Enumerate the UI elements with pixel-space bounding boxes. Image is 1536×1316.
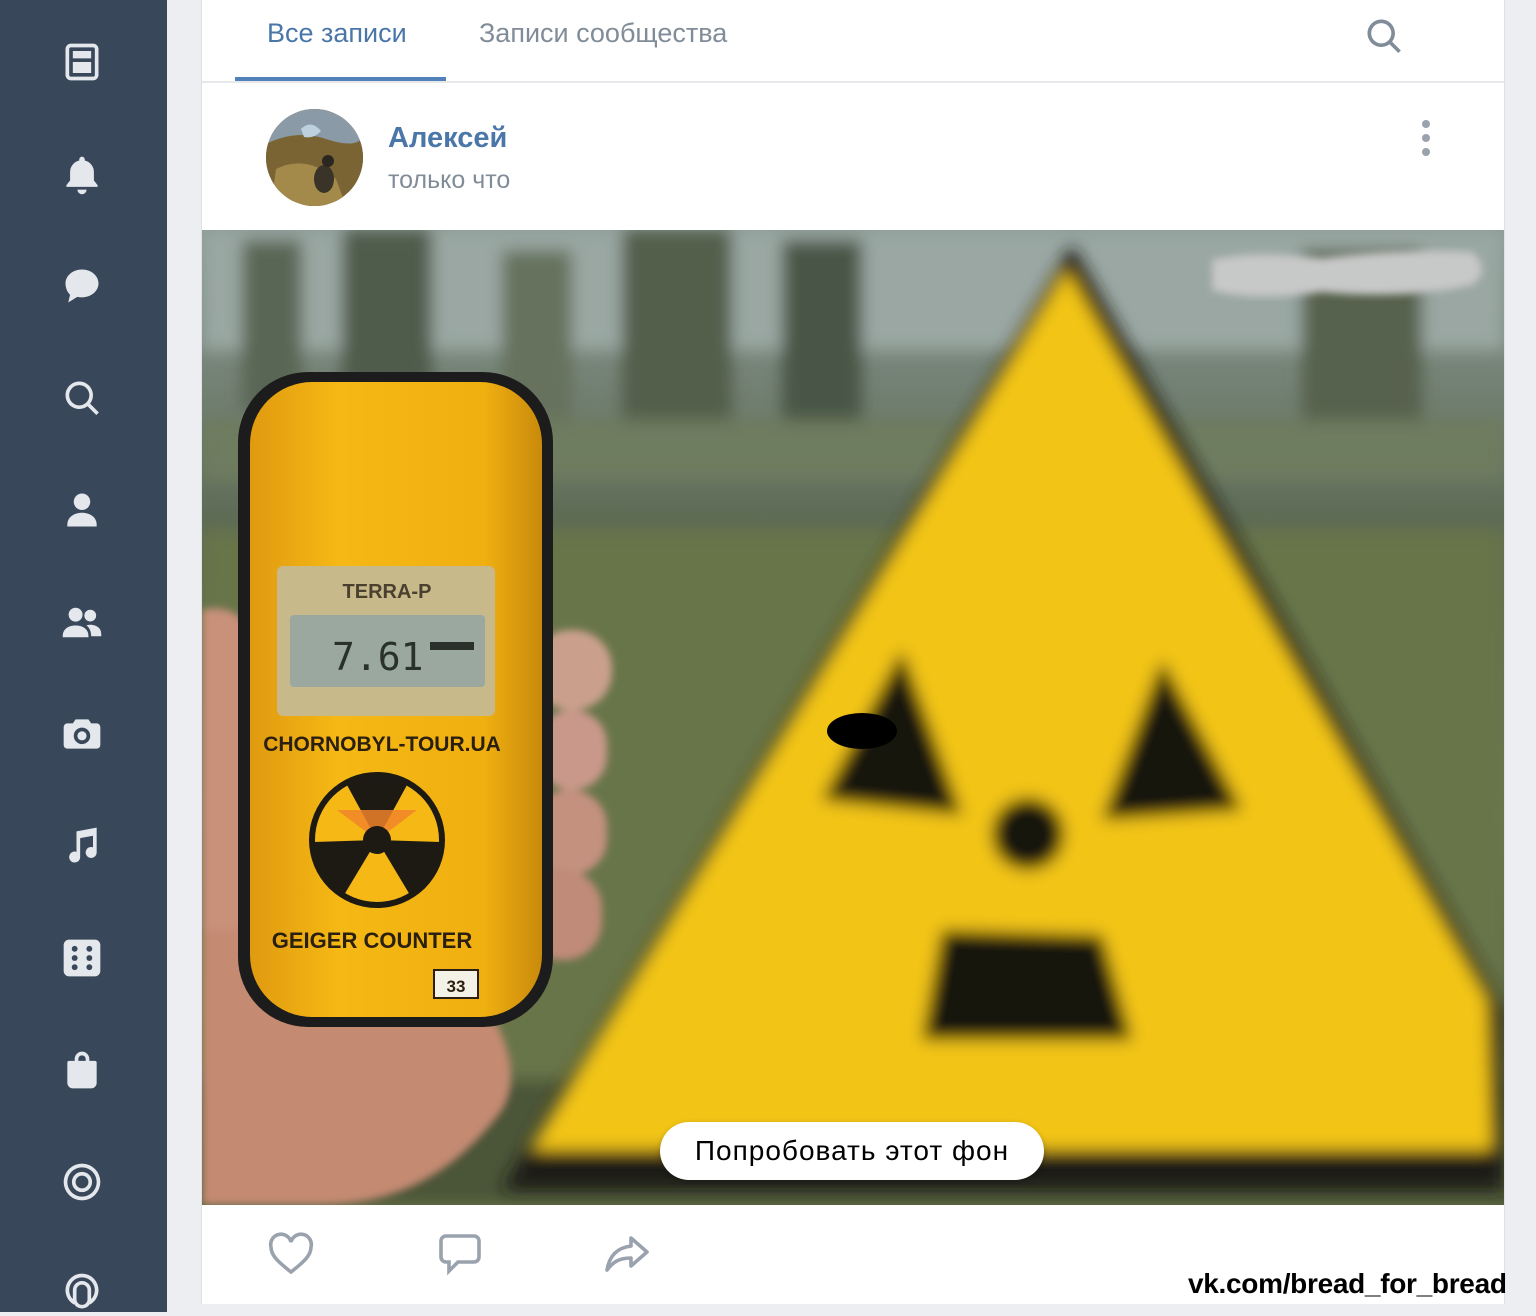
post-photo[interactable]: TERRA-P 7.61 CHORNOBYL-TOUR.UA GEIGER CO… <box>202 230 1504 1205</box>
author-name[interactable]: Алексей <box>388 122 507 155</box>
comment-icon[interactable] <box>435 1232 485 1276</box>
share-icon[interactable] <box>602 1232 652 1276</box>
device-reading: 7.61 <box>332 635 424 679</box>
sidebar <box>0 0 167 1312</box>
active-tab-indicator <box>235 77 446 81</box>
post-time: только что <box>388 166 511 194</box>
podcast-icon[interactable] <box>58 1268 106 1316</box>
wall-card: Все записи Записи сообщества Алексей тол… <box>201 0 1505 1304</box>
tab-community-posts[interactable]: Записи сообщества <box>479 18 727 49</box>
more-options-icon[interactable] <box>1408 116 1444 160</box>
tab-all-posts[interactable]: Все записи <box>267 18 407 49</box>
device-site: CHORNOBYL-TOUR.UA <box>263 733 501 756</box>
bell-icon[interactable] <box>58 151 106 199</box>
try-background-button[interactable]: Попробовать этот фон <box>660 1122 1044 1180</box>
news-icon[interactable] <box>58 38 106 86</box>
camera-icon[interactable] <box>58 710 106 758</box>
wall-search-icon[interactable] <box>1362 14 1406 58</box>
device-number: 33 <box>447 977 466 996</box>
apps-icon[interactable] <box>58 934 106 982</box>
search-icon[interactable] <box>58 374 106 422</box>
friends-icon[interactable] <box>58 598 106 646</box>
device-brand: TERRA-P <box>343 581 432 603</box>
shopping-bag-icon[interactable] <box>58 1046 106 1094</box>
profile-icon[interactable] <box>58 486 106 534</box>
watermark: vk.com/bread_for_bread <box>1188 1268 1507 1299</box>
target-icon[interactable] <box>58 1158 106 1206</box>
author-avatar[interactable] <box>266 109 363 206</box>
music-icon[interactable] <box>58 822 106 870</box>
message-icon[interactable] <box>58 262 106 310</box>
device-label: GEIGER COUNTER <box>272 928 473 953</box>
wall-tabs: Все записи Записи сообщества <box>202 0 1504 83</box>
like-icon[interactable] <box>266 1232 316 1276</box>
